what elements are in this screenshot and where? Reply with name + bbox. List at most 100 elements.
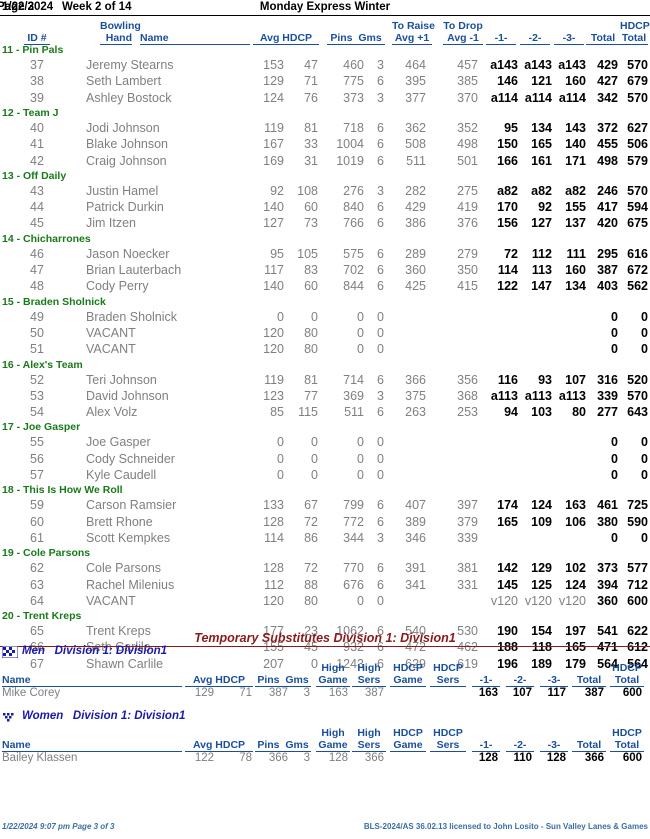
subcol-hdcp-1: HDCP [393,727,423,739]
bowler-game-2: 134 [531,120,552,135]
substitute-row: Mike Corey 129 71 387 3 163 387 163 107 117 387 600 [0,687,650,701]
bowler-name: VACANT [86,342,136,357]
bowler-to-drop: 339 [457,530,478,545]
bowler-game-2: 125 [531,577,552,592]
bowler-name: Kyle Caudell [86,468,157,482]
bowler-name: Braden Sholnick [86,309,178,324]
col-hdcp-total: Total [620,32,648,45]
substitute-group-label: Women Division 1: Division1 [22,710,186,722]
bowler-hdcp-total: 0 [641,530,648,545]
bowler-avg: 92 [270,183,284,198]
bowler-to-drop: 352 [457,120,478,135]
bowler-row: 43 Justin Hamel 92 108 276 3 282 275 a82 a82 a82 24… [0,184,650,200]
bowler-row: 52 Teri Johnson 119 81 714 6 366 356 116 93 107 316… [0,373,650,389]
team-header: 18 - This Is How We Roll [2,484,123,497]
bowler-avg: 133 [263,498,284,513]
col-total: Total [586,32,620,45]
bowler-hdcp-total: 594 [627,200,648,215]
subcol-game-2: -2- [506,674,534,687]
subcol-hdcp-2: HDCP [433,662,463,674]
bowler-row: 49 Braden Sholnick 0 0 0 0 0 0 [0,310,650,326]
subcol-high-2: High [357,662,381,674]
bowler-avg: 140 [263,200,284,215]
bowler-to-drop: 415 [457,279,478,294]
bowler-to-drop: 331 [457,577,478,592]
bowler-hdcp: 86 [304,530,318,545]
subcol-hdcp-total-top: HDCP [612,727,642,739]
bowler-name: Cody Perry [86,279,149,294]
bowler-game-1: v120 [490,593,518,608]
subcol-name: Name [2,674,182,687]
bowler-hdcp-total: 627 [627,120,648,135]
bowler-pins: 460 [343,58,364,72]
substitute-hdcp: 71 [239,687,252,699]
substitute-total: 366 [584,752,604,764]
bowler-hdcp: 60 [304,200,318,215]
team-header: 16 - Alex's Team [2,358,83,371]
bowler-total: 372 [597,120,618,135]
substitute-game-1: 128 [478,752,498,764]
bowler-name: Carson Ramsier [86,498,177,513]
bowler-game-2: v120 [524,593,552,608]
bowler-total: 0 [611,530,618,545]
bowler-hdcp-total: 562 [627,279,648,294]
subcol-high-1: High [321,727,345,739]
bowler-avg: 0 [277,451,284,466]
subcol-high-sers: Sers [352,674,386,687]
bowler-hdcp: 31 [304,153,318,168]
substitute-group-label: Men Division 1: Division1 [22,645,168,657]
bowler-row: 51 VACANT 120 80 0 0 0 0 [0,342,650,358]
bowler-row: 40 Jodi Johnson 119 81 718 6 362 352 95 134 143 372… [0,121,650,137]
bowler-id: 62 [30,561,44,576]
bowler-gms: 6 [377,200,384,215]
bowler-row: 64 VACANT 120 80 0 0 v120 v120 v120 360 600 [0,594,650,610]
bowler-pins: 373 [343,90,364,105]
bowler-game-2: 165 [531,137,552,152]
bowler-gms: 3 [377,183,384,198]
bowler-gms: 3 [377,90,384,105]
bowler-gms: 0 [377,451,384,466]
bowler-avg: 0 [277,435,284,450]
team-header: 14 - Chicharrones [2,232,91,245]
bowler-hdcp-total: 570 [627,183,648,198]
bowler-game-2: 103 [531,405,552,420]
subcol-avg-hdcp: Avg HDCP [185,674,253,687]
subcol-high-game: Game [316,674,350,687]
bowler-avg: 140 [263,279,284,294]
bowler-row: 57 Kyle Caudell 0 0 0 0 0 0 [0,468,650,484]
bowler-game-3: 160 [565,263,586,277]
bowler-id: 60 [30,514,44,529]
bowler-game-3: 163 [565,498,586,513]
substitute-high-game: 128 [328,752,348,764]
bowler-gms: 6 [377,263,384,277]
bowler-row: 63 Rachel Milenius 112 88 676 6 341 331 145 125 12… [0,578,650,594]
bowler-name: Joe Gasper [86,435,151,450]
subcol-avg-hdcp: Avg HDCP [185,739,253,752]
bowler-id: 55 [30,435,44,450]
subcol-high-2: High [357,727,381,739]
bowler-game-1: a143 [490,58,518,72]
bowler-total: 427 [597,74,618,89]
bowler-game-1: 142 [497,561,518,576]
bowler-game-1: a82 [497,183,518,198]
bowler-total: 0 [611,451,618,466]
bowler-hdcp-total: 577 [627,561,648,576]
bowler-game-1: 72 [504,246,518,261]
bowler-name: Blake Johnson [86,137,169,152]
bowler-hdcp: 0 [311,309,318,324]
bowler-pins: 575 [343,246,364,261]
bowler-id: 41 [30,137,44,152]
bowler-row: 61 Scott Kempkes 114 86 344 3 346 339 0 0 [0,531,650,547]
bowler-game-2: 161 [531,153,552,168]
bowler-gms: 0 [377,435,384,450]
bowler-total: 0 [611,325,618,340]
bowler-hdcp: 60 [304,279,318,294]
bowler-gms: 3 [377,388,384,403]
bowler-gms: 6 [377,137,384,152]
bowler-total: 417 [597,200,618,215]
bowler-hdcp: 73 [304,216,318,231]
bowler-hdcp: 72 [304,514,318,529]
bowler-pins: 0 [357,342,364,357]
bowler-game-1: 156 [497,216,518,231]
bowler-total: 461 [597,498,618,513]
